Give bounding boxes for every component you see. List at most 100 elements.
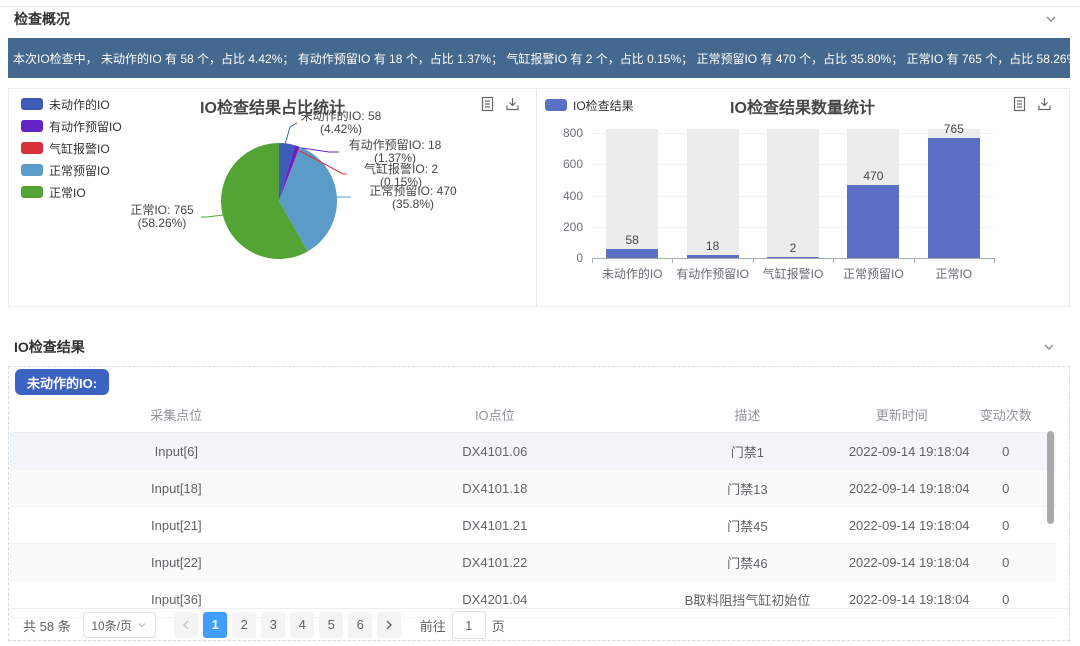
chevron-left-icon <box>181 619 191 631</box>
table-cell: 0 <box>956 544 1056 581</box>
pie-chart-svg <box>9 89 536 306</box>
y-axis-label: 200 <box>543 220 583 234</box>
bar-value-label: 2 <box>790 241 797 255</box>
results-container: 未动作的IO: 采集点位 IO点位 描述 更新时间 变动次数 Input[6]D… <box>8 366 1070 641</box>
pie-label-percent: (4.42%) <box>301 123 382 136</box>
col-header-io-point: IO点位 <box>343 396 647 433</box>
table-cell: 门禁1 <box>647 433 848 470</box>
page-button-1[interactable]: 1 <box>203 612 227 638</box>
table-row[interactable]: Input[18]DX4101.18门禁132022-09-14 19:18:0… <box>10 470 1056 507</box>
pagination-total-count: 共 58 条 <box>23 616 71 635</box>
goto-page-label: 前往 <box>420 616 446 635</box>
summary-banner-text: 本次IO检查中， 未动作的IO 有 58 个，占比 4.42%； 有动作预留IO… <box>8 50 1070 67</box>
chevron-right-icon <box>384 619 394 631</box>
bar-value-label: 18 <box>706 239 719 253</box>
pie-slice-label: 正常预留IO: 470(35.8%) <box>369 185 456 211</box>
table-scrollbar-thumb[interactable] <box>1047 431 1054 524</box>
table-row[interactable]: Input[22]DX4101.22门禁462022-09-14 19:18:0… <box>10 544 1056 581</box>
table-cell: Input[6] <box>10 433 343 470</box>
io-inspection-report-page: 检查概况 本次IO检查中， 未动作的IO 有 58 个，占比 4.42%； 有动… <box>0 0 1080 646</box>
page-size-value: 10条/页 <box>91 617 132 634</box>
goto-page-input[interactable] <box>452 611 486 639</box>
bar[interactable] <box>928 138 980 258</box>
col-header-update-time: 更新时间 <box>848 396 956 433</box>
bar-value-label: 58 <box>626 233 639 247</box>
x-axis-label: 气缸报警IO <box>763 265 824 282</box>
results-collapse-chevron-icon[interactable] <box>1042 340 1056 354</box>
table-cell: 0 <box>956 470 1056 507</box>
table-cell: 2022-09-14 19:18:04 <box>848 470 956 507</box>
bar-chart-plot-area: 020040060080058未动作的IO18有动作预留IO2气缸报警IO470… <box>537 89 1068 306</box>
bar-value-label: 470 <box>863 169 883 183</box>
y-axis-label: 800 <box>543 126 583 140</box>
col-header-description: 描述 <box>647 396 848 433</box>
table-cell: DX4101.18 <box>343 470 647 507</box>
overview-section-header: 检查概况 <box>14 10 70 28</box>
pie-label-percent: (35.8%) <box>369 198 456 211</box>
page-button-5[interactable]: 5 <box>319 612 343 638</box>
page-button-2[interactable]: 2 <box>232 612 256 638</box>
table-cell: Input[22] <box>10 544 343 581</box>
pagination-divider <box>9 608 1069 609</box>
pie-slice-label: 未动作的IO: 58(4.42%) <box>301 110 382 136</box>
x-axis-tick <box>833 258 834 263</box>
pie-label-percent: (58.26%) <box>130 217 193 230</box>
x-axis-tick <box>753 258 754 263</box>
prev-page-button[interactable] <box>174 612 198 638</box>
table-cell: DX4101.06 <box>343 433 647 470</box>
page-button-3[interactable]: 3 <box>261 612 285 638</box>
table-cell: 0 <box>956 507 1056 544</box>
bar[interactable] <box>606 249 658 258</box>
table-cell: Input[21] <box>10 507 343 544</box>
bar[interactable] <box>847 185 899 258</box>
pie-label-leader-line <box>201 215 223 217</box>
page-button-4[interactable]: 4 <box>290 612 314 638</box>
col-header-collect-point: 采集点位 <box>10 396 343 433</box>
pie-slice-label: 正常IO: 765(58.26%) <box>130 204 193 230</box>
table-cell: 门禁46 <box>647 544 848 581</box>
table-cell: DX4101.22 <box>343 544 647 581</box>
x-axis-label: 正常IO <box>935 265 972 282</box>
pagination-bar: 共 58 条 10条/页 123456 前往 页 <box>15 612 505 638</box>
select-chevron-down-icon <box>137 620 147 630</box>
overview-section-title: 检查概况 <box>14 9 70 29</box>
table-cell: 2022-09-14 19:18:04 <box>848 581 956 618</box>
table-row[interactable]: Input[21]DX4101.21门禁452022-09-14 19:18:0… <box>10 507 1056 544</box>
goto-page-unit: 页 <box>492 616 505 635</box>
table-cell: 2022-09-14 19:18:04 <box>848 507 956 544</box>
results-section-title: IO检查结果 <box>14 337 85 357</box>
filter-category-button[interactable]: 未动作的IO: <box>15 369 109 395</box>
col-header-change-count: 变动次数 <box>956 396 1056 433</box>
y-axis-label: 400 <box>543 189 583 203</box>
bar-chart-panel: IO检查结果数量统计 IO检查结果 020040060080058未动作的IO1… <box>537 89 1068 306</box>
pie-chart-panel: IO检查结果占比统计 未动作的IO有动作预留IO气缸报警IO正常预留IO正常IO… <box>9 89 536 306</box>
table-cell: 2022-09-14 19:18:04 <box>848 433 956 470</box>
table-cell: 2022-09-14 19:18:04 <box>848 544 956 581</box>
table-cell: 0 <box>956 433 1056 470</box>
bar-value-label: 765 <box>944 122 964 136</box>
x-axis-label: 正常预留IO <box>843 265 904 282</box>
x-axis-tick <box>672 258 673 263</box>
y-axis-label: 0 <box>543 251 583 265</box>
table-row[interactable]: Input[6]DX4101.06门禁12022-09-14 19:18:040 <box>10 433 1056 470</box>
page-button-6[interactable]: 6 <box>348 612 372 638</box>
bar-background-band <box>767 129 819 258</box>
results-table: 采集点位 IO点位 描述 更新时间 变动次数 Input[6]DX4101.06… <box>10 396 1056 618</box>
table-cell: 门禁13 <box>647 470 848 507</box>
charts-container: IO检查结果占比统计 未动作的IO有动作预留IO气缸报警IO正常预留IO正常IO… <box>8 88 1070 307</box>
page-size-select[interactable]: 10条/页 <box>83 612 156 638</box>
x-axis-label: 未动作的IO <box>602 265 663 282</box>
table-cell: DX4101.21 <box>343 507 647 544</box>
x-axis-tick <box>994 258 995 263</box>
table-cell: B取料阻挡气缸初始位 <box>647 581 848 618</box>
page-number-buttons: 123456 <box>201 612 375 638</box>
overview-collapse-chevron-icon[interactable] <box>1044 12 1058 26</box>
top-divider <box>0 6 1080 7</box>
table-cell: 0 <box>956 581 1056 618</box>
x-axis-tick <box>592 258 593 263</box>
next-page-button[interactable] <box>377 612 401 638</box>
results-table-header: 采集点位 IO点位 描述 更新时间 变动次数 <box>10 396 1056 433</box>
table-cell: 门禁45 <box>647 507 848 544</box>
x-axis-label: 有动作预留IO <box>676 265 749 282</box>
x-axis-tick <box>914 258 915 263</box>
